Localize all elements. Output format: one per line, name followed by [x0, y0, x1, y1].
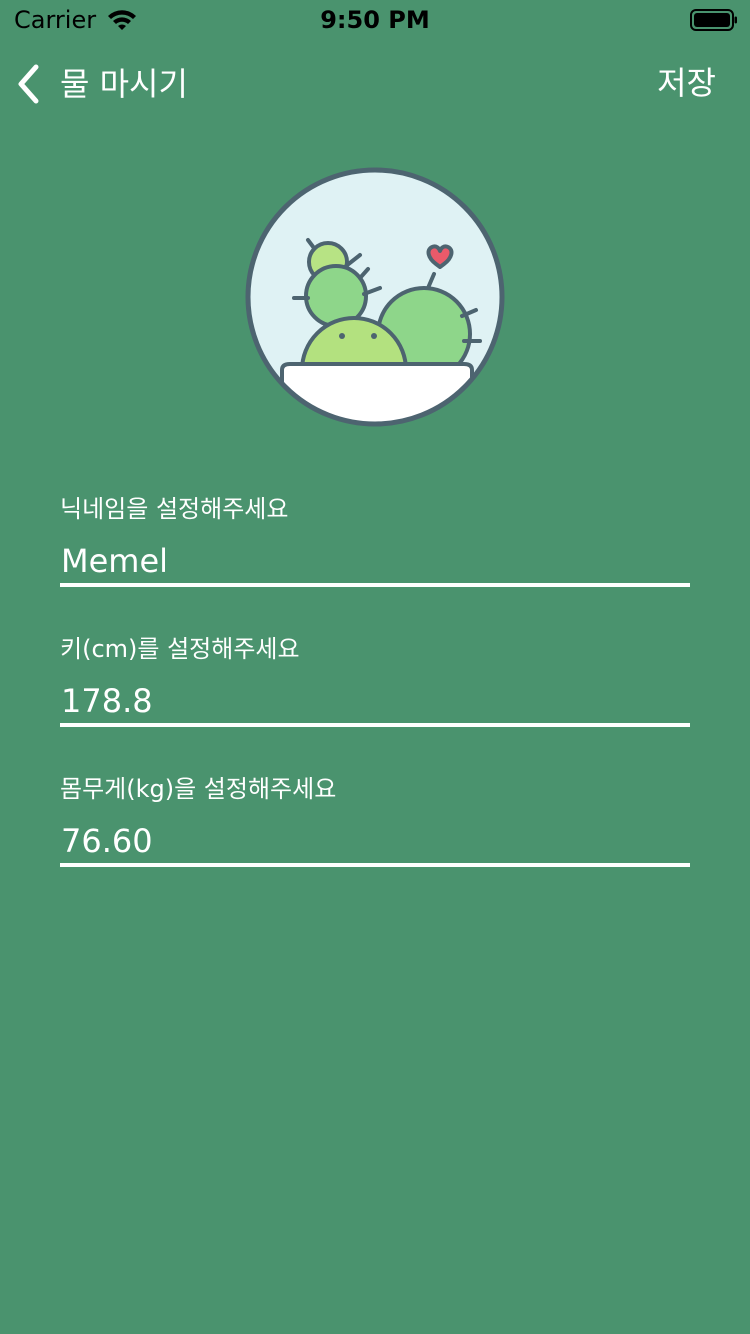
weight-label: 몸무게(kg)을 설정해주세요: [60, 775, 337, 803]
navigation-bar: 물 마시기 저장: [0, 44, 750, 122]
nickname-input[interactable]: [60, 536, 691, 586]
profile-avatar[interactable]: [244, 166, 506, 428]
battery-icon: [690, 9, 737, 31]
save-button[interactable]: 저장: [657, 62, 716, 104]
nickname-field: 닉네임을 설정해주세요: [60, 492, 691, 596]
weight-input[interactable]: [60, 816, 691, 866]
chevron-left-icon: [18, 64, 39, 104]
height-underline: [60, 723, 690, 727]
profile-screen: Carrier 9:50 PM 물 마시기 저장 닉네임을 설정해주세요 Mem…: [0, 0, 750, 1334]
weight-underline: [60, 863, 690, 867]
back-button[interactable]: 물 마시기: [16, 62, 188, 106]
nickname-underline: [60, 583, 690, 587]
nickname-label: 닉네임을 설정해주세요: [60, 495, 289, 523]
nav-title: 물 마시기: [60, 65, 188, 103]
height-field: 키(cm)를 설정해주세요: [60, 632, 691, 736]
height-label: 키(cm)를 설정해주세요: [60, 635, 300, 663]
height-input[interactable]: [60, 676, 691, 726]
cactus-icon: [245, 167, 505, 427]
status-time: 9:50 PM: [320, 6, 430, 34]
status-bar: Carrier 9:50 PM: [0, 0, 750, 40]
weight-field: 몸무게(kg)을 설정해주세요: [60, 772, 691, 876]
